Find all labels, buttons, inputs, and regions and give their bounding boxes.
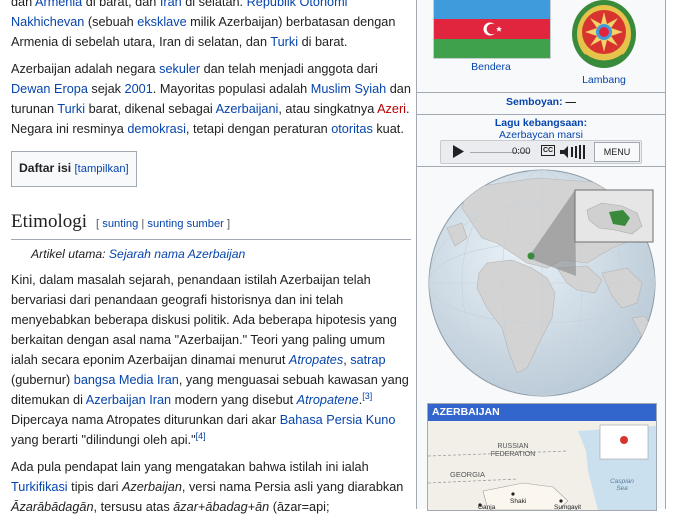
map-label-caspian: Caspian Sea <box>610 478 634 492</box>
link-iran[interactable]: Iran <box>160 0 182 9</box>
emblem-icon[interactable] <box>570 0 638 72</box>
link-turki[interactable]: Turki <box>270 35 298 49</box>
section-edit-links: [ sunting | sunting sumber ] <box>96 218 231 230</box>
link-demokrasi[interactable]: demokrasi <box>127 122 186 136</box>
link-2001[interactable]: 2001 <box>125 82 153 96</box>
edit-section-link[interactable]: sunting <box>102 218 138 230</box>
link-armenia[interactable]: Armenia <box>35 0 82 9</box>
infobox: Bendera Lambang Semboyan: — Lagu kebangs… <box>416 0 666 511</box>
crescent-star-icon <box>483 22 502 36</box>
locator-map-image <box>428 421 656 510</box>
audio-player: 0:00 CC MENU <box>440 140 642 164</box>
locator-map[interactable]: AZERBAIJAN RUSSIAN FEDERATION GEORGIA Ca… <box>427 403 657 511</box>
toc-title: Daftar isi <box>19 161 72 175</box>
link-atropates[interactable]: Atropates <box>289 353 343 367</box>
section-heading-etimologi: Etimologi [ sunting | sunting sumber ] <box>11 209 411 240</box>
captions-button[interactable]: CC <box>541 145 556 156</box>
paragraph-borders: dan Armenia di barat, dan Iran di selata… <box>11 0 411 52</box>
citation-4[interactable]: [4] <box>196 431 206 441</box>
link-turkifikasi[interactable]: Turkifikasi <box>11 480 68 494</box>
link-satrap[interactable]: satrap <box>350 353 385 367</box>
paragraph-turkification: Ada pula pendapat lain yang mengatakan b… <box>11 460 404 514</box>
link-bangsa-media-iran[interactable]: bangsa Media Iran <box>74 373 179 387</box>
anthem-row: Lagu kebangsaan: Azerbaycan marsi <box>417 117 665 141</box>
link-sekuler[interactable]: sekuler <box>159 62 200 76</box>
flag-image[interactable] <box>433 0 551 59</box>
volume-icon[interactable] <box>559 144 589 163</box>
infobox-divider <box>417 166 665 167</box>
map-label-sumgayit: Sumgayit <box>554 504 582 511</box>
hatnote: Artikel utama: Sejarah nama Azerbaijan <box>31 247 246 261</box>
motto-row: Semboyan: — <box>505 96 577 108</box>
map-label-shaki: Shaki <box>510 498 527 505</box>
globe-map-image[interactable] <box>427 168 657 398</box>
table-of-contents: Daftar isi [tampilkan] <box>11 151 137 187</box>
time-display: 0:00 <box>512 146 531 157</box>
flag-caption-link[interactable]: Bendera <box>433 61 549 73</box>
link-azerbaijan-iran[interactable]: Azerbaijan Iran <box>86 393 171 407</box>
hatnote-link[interactable]: Sejarah nama Azerbaijan <box>109 247 245 261</box>
infobox-divider <box>417 92 665 93</box>
motto-label-link[interactable]: Semboyan: <box>506 96 563 108</box>
menu-button[interactable]: MENU <box>594 142 640 162</box>
play-icon[interactable] <box>451 144 465 162</box>
section-title: Etimologi <box>11 211 87 232</box>
edit-source-link[interactable]: sunting sumber <box>147 218 224 230</box>
toc-toggle-link[interactable]: [tampilkan] <box>75 163 129 175</box>
infobox-divider <box>417 114 665 115</box>
article-content: dan Armenia di barat, dan Iran di selata… <box>11 0 411 524</box>
paragraph-etymology: Kini, dalam masalah sejarah, penandaan i… <box>11 273 409 447</box>
link-eksklave[interactable]: eksklave <box>137 15 186 29</box>
emblem-caption-link[interactable]: Lambang <box>570 74 638 86</box>
link-dewan-eropa[interactable]: Dewan Eropa <box>11 82 88 96</box>
link-bahasa-persia-kuno[interactable]: Bahasa Persia Kuno <box>280 413 396 427</box>
link-turki-2[interactable]: Turki <box>57 102 85 116</box>
link-azerbaijani[interactable]: Azerbaijani <box>216 102 279 116</box>
anthem-label-link[interactable]: Lagu kebangsaan: <box>495 117 587 129</box>
paragraph-state: Azerbaijan adalah negara sekuler dan tel… <box>11 62 411 136</box>
link-otoritas[interactable]: otoritas <box>331 122 373 136</box>
link-azeri[interactable]: Azeri <box>377 102 406 116</box>
map-label-georgia: GEORGIA <box>450 470 486 479</box>
citation-3[interactable]: [3] <box>362 391 372 401</box>
map-title: AZERBAIJAN <box>428 404 656 421</box>
map-label-russia: RUSSIAN FEDERATION <box>490 443 536 458</box>
link-atropatene[interactable]: Atropatene <box>297 393 359 407</box>
link-muslim-syiah[interactable]: Muslim Syiah <box>311 82 386 96</box>
map-label-ganja: Ganja <box>478 504 496 511</box>
